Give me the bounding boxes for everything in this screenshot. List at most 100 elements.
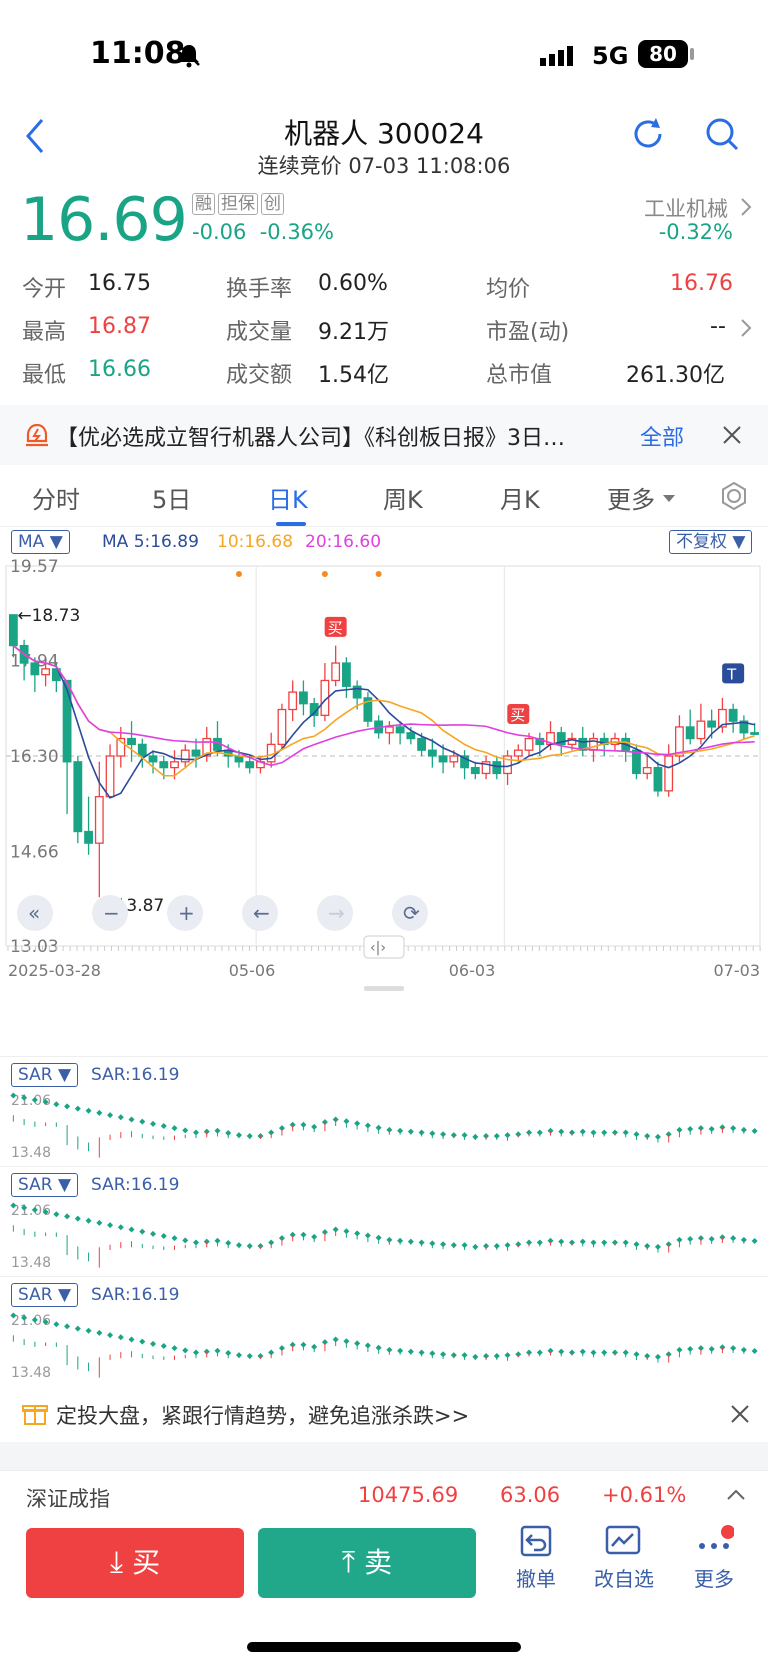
news-ticker[interactable]: 【优必选成立智行机器人公司】《科创板日报》3日… 全部 — [0, 405, 768, 465]
pan-right-icon: → — [328, 901, 345, 925]
edit-watchlist-label: 改自选 — [594, 1567, 654, 1591]
zoom-out-icon: − — [103, 901, 120, 925]
open-label: 今开 — [22, 277, 67, 302]
sar-point — [171, 1125, 178, 1132]
refresh-icon[interactable] — [630, 116, 666, 152]
buy-marker-label: 买 — [510, 706, 525, 724]
news-all-link[interactable]: 全部 — [640, 420, 684, 452]
sar-point — [74, 1215, 81, 1222]
promo-text[interactable]: 定投大盘，紧跟行情趋势，避免追涨杀跌>> — [56, 1400, 469, 1430]
index-value: 10475.69 — [358, 1483, 459, 1507]
stock-header: 机器人 300024 连续竞价 07-03 11:08:06 — [0, 100, 768, 180]
candle-body — [84, 830, 93, 844]
ma-toggle[interactable]: MA ▼ — [11, 530, 70, 554]
sar-point — [96, 1329, 103, 1336]
edit-watchlist-icon — [605, 1525, 641, 1555]
sell-icon: ⤒ — [341, 1545, 356, 1580]
more-button[interactable]: 更多 — [674, 1524, 754, 1592]
mcap-label: 总市值 — [486, 363, 553, 388]
index-ticker[interactable]: 深证成指 10475.69 63.06 +0.61% — [0, 1470, 768, 1519]
chevron-up-icon[interactable] — [726, 1489, 746, 1501]
sar-point — [53, 1321, 60, 1328]
sar-point — [31, 1206, 38, 1213]
search-icon[interactable] — [704, 116, 740, 152]
sar-button-label: SAR — [18, 1175, 53, 1195]
cancel-order-button[interactable]: 撤单 — [496, 1524, 576, 1592]
sar-toggle[interactable]: SAR ▼ — [11, 1283, 79, 1307]
sar-point — [128, 1116, 135, 1123]
ma-button-label: MA — [18, 532, 45, 552]
low-value: 16.66 — [88, 357, 151, 382]
buy-button[interactable]: ⤓ 买 — [26, 1528, 244, 1598]
sar-point — [375, 1234, 382, 1241]
current-price: 16.69 — [20, 185, 188, 255]
tab-daily-k[interactable]: 日K — [268, 480, 308, 515]
candle-body — [41, 668, 51, 676]
rotate-icon: ⟳ — [403, 901, 420, 925]
sar-panel-3[interactable]: SAR ▼ SAR:16.19 21.06 13.48 — [0, 1276, 768, 1387]
sar-point — [182, 1237, 189, 1244]
adjust-toggle[interactable]: 不复权 ▼ — [669, 530, 753, 554]
sar-value: SAR:16.19 — [91, 1175, 180, 1195]
event-dot — [375, 571, 382, 577]
tab-5day[interactable]: 5日 — [152, 480, 191, 515]
tab-intraday[interactable]: 分时 — [32, 480, 80, 515]
price-summary: 16.69 融担保创 -0.06 -0.36% 工业机械 -0.32% — [0, 185, 768, 255]
sar-point — [21, 1204, 28, 1211]
kline-chart[interactable]: MA ▼ MA 5:16.89 10:16.68 20:16.60 不复权 ▼ … — [0, 526, 768, 1056]
signal-icon — [540, 46, 573, 66]
volume-label: 成交量 — [226, 320, 293, 345]
battery-tip — [690, 48, 694, 60]
x-tick-label: 2025-03-28 — [8, 961, 101, 980]
candle-body — [341, 662, 351, 687]
change-percent: -0.36% — [259, 220, 334, 244]
sar-point — [160, 1122, 167, 1129]
candle-body — [384, 726, 394, 734]
index-change: 63.06 — [500, 1483, 561, 1507]
kline-plot[interactable]: 19.5717.9416.3014.6613.03←18.73←13.87买买T… — [0, 556, 768, 1056]
high-label: 最高 — [22, 320, 67, 345]
battery-indicator: 80 — [638, 40, 688, 68]
tab-weekly-k[interactable]: 周K — [383, 480, 423, 515]
pan-left-icon: ← — [253, 901, 270, 925]
candle-body — [277, 708, 287, 746]
turnover-value: 0.60% — [318, 271, 388, 296]
sar-point — [85, 1327, 92, 1334]
high-value: 16.87 — [88, 314, 151, 339]
sar-point — [160, 1342, 167, 1349]
index-percent: +0.61% — [602, 1483, 687, 1507]
candle-body — [245, 761, 255, 769]
adjust-button-label: 不复权 — [676, 532, 727, 552]
pe-label: 市盈(动) — [486, 320, 570, 345]
mcap-value: 261.30亿 — [626, 363, 725, 388]
candle-body — [159, 761, 169, 769]
tab-monthly-k[interactable]: 月K — [500, 480, 540, 515]
close-icon[interactable] — [730, 1404, 750, 1424]
sar-panel-2[interactable]: SAR ▼ SAR:16.19 21.06 13.48 — [0, 1166, 768, 1277]
sar-point — [42, 1209, 49, 1216]
cancel-order-icon — [520, 1525, 552, 1557]
chart-tabs: 分时 5日 日K 周K 月K 更多 — [0, 466, 768, 527]
sar-toggle[interactable]: SAR ▼ — [11, 1173, 79, 1197]
avg-value: 16.76 — [670, 271, 733, 296]
news-headline[interactable]: 【优必选成立智行机器人公司】《科创板日报》3日… — [56, 420, 616, 452]
candle-body — [417, 737, 427, 751]
sar-point — [85, 1107, 92, 1114]
promo-banner[interactable]: 定投大盘，紧跟行情趋势，避免追涨杀跌>> — [0, 1386, 768, 1442]
candle-body — [438, 755, 448, 763]
gear-icon[interactable] — [718, 480, 750, 512]
industry-link[interactable]: 工业机械 — [644, 193, 728, 223]
sell-button[interactable]: ⤒ 卖 — [258, 1528, 476, 1598]
sar-point — [128, 1336, 135, 1343]
tab-more[interactable]: 更多 — [607, 480, 655, 515]
edit-watchlist-button[interactable]: 改自选 — [584, 1524, 664, 1592]
chevron-right-icon[interactable] — [740, 318, 752, 338]
change-amount: -0.06 — [192, 220, 247, 244]
sar-panel-1[interactable]: SAR ▼ SAR:16.19 21.06 13.48 — [0, 1056, 768, 1167]
candle-body — [94, 796, 104, 844]
close-icon[interactable] — [722, 425, 742, 445]
sar-toggle[interactable]: SAR ▼ — [11, 1063, 79, 1087]
sar-point — [150, 1120, 157, 1127]
ma5-line — [12, 644, 755, 799]
caret-down-icon — [663, 495, 675, 502]
